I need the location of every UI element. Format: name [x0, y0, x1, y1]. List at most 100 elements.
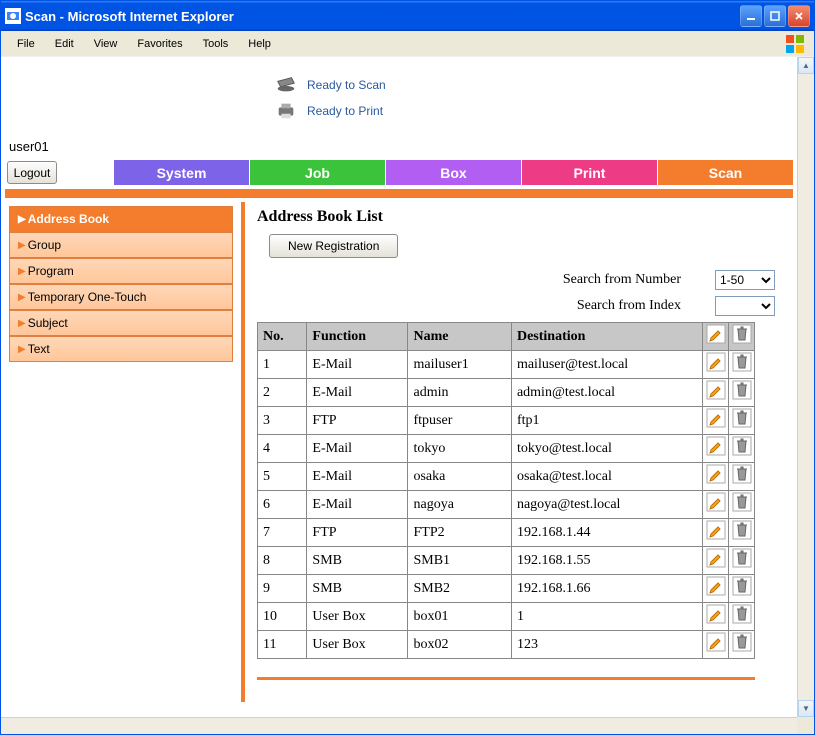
- cell-delete[interactable]: [729, 519, 755, 547]
- trash-icon[interactable]: [732, 492, 752, 512]
- cell-delete[interactable]: [729, 575, 755, 603]
- maximize-button[interactable]: [764, 5, 786, 27]
- cell-no: 8: [258, 547, 307, 575]
- cell-edit[interactable]: [703, 491, 729, 519]
- cell-edit[interactable]: [703, 463, 729, 491]
- status-print: Ready to Print: [275, 101, 793, 121]
- vertical-scrollbar[interactable]: ▲ ▼: [797, 57, 814, 717]
- cell-edit[interactable]: [703, 519, 729, 547]
- edit-icon: [706, 324, 726, 344]
- menu-view[interactable]: View: [86, 34, 126, 54]
- status-area: Ready to Scan Ready to Print: [5, 59, 793, 137]
- trash-icon[interactable]: [732, 520, 752, 540]
- content-area: Ready to Scan Ready to Print user01 Logo…: [1, 57, 814, 734]
- status-scan: Ready to Scan: [275, 75, 793, 95]
- horizontal-scrollbar[interactable]: [1, 717, 797, 734]
- edit-icon[interactable]: [706, 380, 726, 400]
- edit-icon[interactable]: [706, 576, 726, 596]
- edit-icon[interactable]: [706, 548, 726, 568]
- trash-icon[interactable]: [732, 632, 752, 652]
- scrollbar-corner: [797, 717, 814, 734]
- cell-edit[interactable]: [703, 547, 729, 575]
- cell-delete[interactable]: [729, 603, 755, 631]
- cell-delete[interactable]: [729, 491, 755, 519]
- cell-edit[interactable]: [703, 603, 729, 631]
- trash-icon[interactable]: [732, 576, 752, 596]
- cell-edit[interactable]: [703, 379, 729, 407]
- cell-function: User Box: [307, 603, 408, 631]
- cell-name: SMB2: [408, 575, 511, 603]
- search-number-select[interactable]: 1-50: [715, 270, 775, 290]
- menu-edit[interactable]: Edit: [47, 34, 82, 54]
- cell-function: FTP: [307, 407, 408, 435]
- cell-no: 6: [258, 491, 307, 519]
- cell-destination: nagoya@test.local: [511, 491, 702, 519]
- bottom-divider: [257, 677, 755, 680]
- cell-delete[interactable]: [729, 463, 755, 491]
- windows-logo-icon: [784, 33, 806, 55]
- tab-system[interactable]: System: [114, 160, 250, 185]
- logout-button[interactable]: Logout: [7, 161, 57, 184]
- cell-delete[interactable]: [729, 407, 755, 435]
- edit-icon[interactable]: [706, 604, 726, 624]
- menu-favorites[interactable]: Favorites: [129, 34, 190, 54]
- table-row: 1E-Mailmailuser1mailuser@test.local: [258, 351, 755, 379]
- sidebar-item-temporary-one-touch[interactable]: ▶Temporary One-Touch: [9, 284, 233, 310]
- cell-name: admin: [408, 379, 511, 407]
- address-book-table: No. Function Name Destination 1E-Mailmai…: [257, 322, 755, 659]
- tab-job[interactable]: Job: [250, 160, 386, 185]
- trash-icon[interactable]: [732, 436, 752, 456]
- col-edit-header: [703, 323, 729, 351]
- trash-icon[interactable]: [732, 352, 752, 372]
- tab-print[interactable]: Print: [522, 160, 658, 185]
- menu-help[interactable]: Help: [240, 34, 279, 54]
- sidebar-item-subject[interactable]: ▶Subject: [9, 310, 233, 336]
- search-index-label: Search from Index: [577, 298, 681, 314]
- trash-icon[interactable]: [732, 464, 752, 484]
- new-registration-button[interactable]: New Registration: [269, 234, 398, 258]
- cell-delete[interactable]: [729, 547, 755, 575]
- page-title: Address Book List: [257, 208, 793, 226]
- edit-icon[interactable]: [706, 492, 726, 512]
- tab-scan[interactable]: Scan: [658, 160, 793, 185]
- trash-icon[interactable]: [732, 604, 752, 624]
- tab-box[interactable]: Box: [386, 160, 522, 185]
- col-delete-header: [729, 323, 755, 351]
- edit-icon[interactable]: [706, 520, 726, 540]
- cell-edit[interactable]: [703, 575, 729, 603]
- sidebar-item-group[interactable]: ▶Group: [9, 232, 233, 258]
- trash-icon[interactable]: [732, 548, 752, 568]
- trash-icon[interactable]: [732, 408, 752, 428]
- close-button[interactable]: [788, 5, 810, 27]
- cell-delete[interactable]: [729, 435, 755, 463]
- scroll-down-arrow[interactable]: ▼: [798, 700, 814, 717]
- cell-edit[interactable]: [703, 435, 729, 463]
- edit-icon[interactable]: [706, 408, 726, 428]
- sidebar-item-label: Group: [28, 238, 61, 252]
- edit-icon[interactable]: [706, 632, 726, 652]
- cell-edit[interactable]: [703, 351, 729, 379]
- sidebar-item-address-book[interactable]: ▶Address Book: [9, 206, 233, 232]
- sidebar-item-program[interactable]: ▶Program: [9, 258, 233, 284]
- menu-tools[interactable]: Tools: [195, 34, 237, 54]
- sidebar-item-text[interactable]: ▶Text: [9, 336, 233, 362]
- cell-delete[interactable]: [729, 631, 755, 659]
- cell-name: box01: [408, 603, 511, 631]
- cell-delete[interactable]: [729, 379, 755, 407]
- scroll-up-arrow[interactable]: ▲: [798, 57, 814, 74]
- minimize-button[interactable]: [740, 5, 762, 27]
- cell-no: 3: [258, 407, 307, 435]
- menu-file[interactable]: File: [9, 34, 43, 54]
- cell-destination: 192.168.1.44: [511, 519, 702, 547]
- cell-edit[interactable]: [703, 631, 729, 659]
- cell-function: E-Mail: [307, 351, 408, 379]
- edit-icon[interactable]: [706, 464, 726, 484]
- trash-icon: [732, 324, 752, 344]
- cell-delete[interactable]: [729, 351, 755, 379]
- edit-icon[interactable]: [706, 436, 726, 456]
- trash-icon[interactable]: [732, 380, 752, 400]
- cell-destination: 192.168.1.55: [511, 547, 702, 575]
- cell-edit[interactable]: [703, 407, 729, 435]
- search-index-select[interactable]: [715, 296, 775, 316]
- edit-icon[interactable]: [706, 352, 726, 372]
